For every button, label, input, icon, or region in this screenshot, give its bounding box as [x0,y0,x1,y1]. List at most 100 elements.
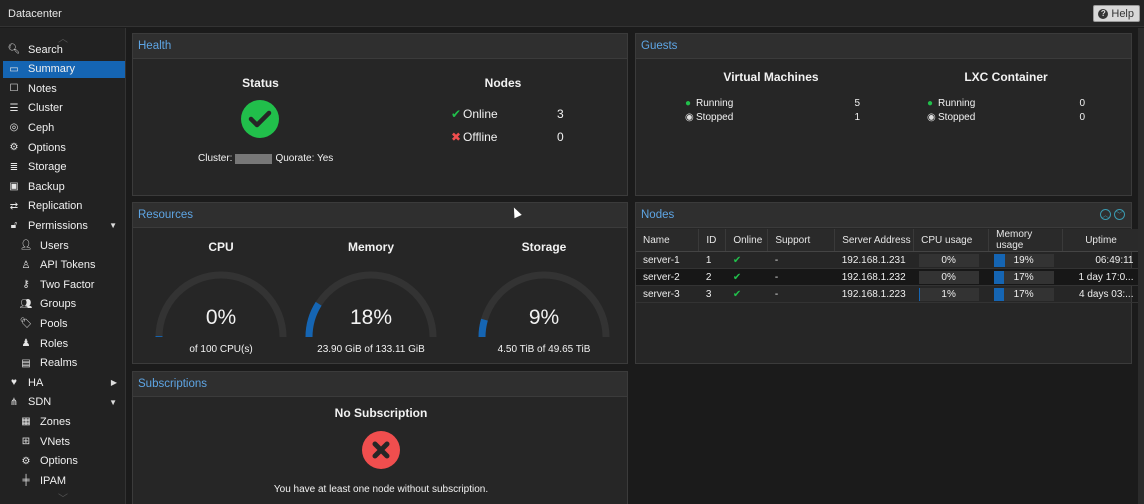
sidebar-item-label: Zones [40,415,71,428]
status-heading: Status [242,76,279,90]
column-header[interactable]: Name [636,229,700,252]
sidebar-item-two-factor[interactable]: ⚷ Two Factor [3,276,125,293]
subscription-heading: No Subscription [334,406,428,420]
nodes-panel: Nodes ︿ ﹀ Name ID Online Support Server Addr… [635,202,1140,364]
online-check-icon: ✔ [725,251,768,269]
help-button[interactable]: ? Help [1093,5,1140,22]
page-scrollbar[interactable] [1138,28,1144,504]
node-name: server-3 [636,285,699,303]
online-label: Online [463,107,498,121]
scroll-down-icon[interactable]: ﹀ [58,490,68,504]
node-id: 2 [698,268,726,286]
node-uptime: 06:49:11 [1062,251,1140,269]
sidebar-item-groups[interactable]: 👥︎ Groups [3,296,125,313]
redacted-cluster-name [235,153,273,164]
sidebar-item-search[interactable]: 🔍︎ Search [3,41,125,58]
usage-bar-label: 17% [1013,288,1034,300]
caret-down-icon[interactable]: ▼ [109,221,117,230]
user-icon: 👤︎ [19,240,33,251]
sidebar-item-options[interactable]: ⚙ Options [3,453,125,470]
table-row[interactable]: server-2 2 ✔ -192.168.1.232 0% 17% 1 day 17:0.… [636,268,1140,286]
collapse-up-icon[interactable]: ︿ [1100,209,1111,220]
health-panel: Health Status Cluster: Quorate: Yes Node… [132,33,628,196]
gear-icon: ⚙ [21,455,31,467]
sidebar-item-summary[interactable]: ▭ Summary [3,60,125,78]
sidebar-item-label: Options [28,141,66,154]
sidebar-item-label: Notes [28,82,57,95]
caret-right-icon[interactable]: ▶ [111,378,117,387]
sidebar-item-vnets[interactable]: ⊞ VNets [3,433,125,450]
heartbeat-icon: ♥ [11,377,17,389]
sidebar-item-label: Options [40,455,78,468]
question-icon: ? [1098,8,1109,19]
sidebar-item-options[interactable]: ⚙ Options [3,139,125,156]
sidebar-item-realms[interactable]: ▤ Realms [3,355,125,372]
node-address: 192.168.1.232 [834,268,914,286]
floppy-icon: ▣ [9,181,19,193]
sidebar-item-pools[interactable]: 🏷︎ Pools [3,315,125,332]
vm-stopped-count: 1 [854,111,860,123]
sidebar-item-api-tokens[interactable]: ♙ API Tokens [3,257,125,274]
node-uptime: 1 day 17:0... [1062,268,1140,286]
sidebar-item-ceph[interactable]: ◎ Ceph [3,119,125,136]
sidebar-item-sdn[interactable]: ⋔ SDN ▼ [3,394,125,411]
grid-icon: ▦ [21,416,31,428]
online-check-icon: ✔ [725,285,768,303]
cluster-info: Cluster: Quorate: Yes [198,153,333,164]
column-header[interactable]: CPU usage [913,229,990,252]
sidebar-item-label: Cluster [28,102,63,115]
online-check-icon: ✔ [725,268,768,286]
column-header[interactable]: ID [698,229,727,252]
sidebar-item-permissions[interactable]: 🔓︎ Permissions ▼ [3,217,125,234]
stop-circle-icon: ◉ [685,111,694,123]
caret-down-icon[interactable]: ▼ [109,398,117,407]
lxc-running-label: Running [938,97,976,109]
sidebar-item-label: Storage [28,161,67,174]
sidebar-item-zones[interactable]: ▦ Zones [3,413,125,430]
sidebar-item-ha[interactable]: ♥ HA ▶ [3,374,125,391]
column-header[interactable]: Server Address [834,229,915,252]
lxc-heading: LXC Container [964,70,1048,84]
sidebar-item-ipam[interactable]: ╪ IPAM [3,472,125,489]
breadcrumb-title: Datacenter [8,8,62,20]
sidebar-item-label: SDN [28,396,52,409]
column-header[interactable]: Uptime [1062,229,1140,252]
sidebar-item-storage[interactable]: ≣ Storage [3,159,125,176]
users-icon: 👥︎ [19,298,33,310]
column-header[interactable]: Support [767,229,836,252]
table-row[interactable]: server-1 1 ✔ -192.168.1.231 0% 19% 06:49:11 [636,251,1140,269]
column-header[interactable]: Online [725,229,769,252]
sidebar-item-label: VNets [40,435,70,448]
unlock-icon: 🔓︎ [10,220,18,232]
node-name: server-2 [636,268,699,286]
gear-icon: ⚙ [9,142,19,153]
sidebar-item-roles[interactable]: ♟ Roles [3,335,125,352]
offline-row: ✖ Offline 0 [451,130,564,144]
sidebar-item-label: Summary [28,63,76,76]
sidebar-item-backup[interactable]: ▣ Backup [3,178,125,195]
scroll-up-icon[interactable]: ︿ [58,30,68,45]
expand-down-icon[interactable]: ﹀ [1114,209,1125,220]
tags-icon: 🏷︎ [19,318,33,330]
usage-bar-label: 19% [1013,254,1034,266]
guests-panel: Guests Virtual Machines LXC Container ● … [635,33,1132,196]
sidebar-item-users[interactable]: 👤︎ Users [3,237,125,254]
usage-bar: 17% [993,287,1054,301]
node-support: - [767,285,835,303]
sidebar-item-notes[interactable]: ☐ Notes [3,80,125,97]
sidebar-item-cluster[interactable]: ☰ Cluster [3,100,125,117]
address-book-icon: ▤ [21,357,31,369]
sidebar-item-label: Search [28,43,63,56]
table-row[interactable]: server-3 3 ✔ -192.168.1.223 1% 17% 4 days 03:.… [636,285,1140,303]
note-icon: ☐ [9,83,19,95]
sidebar-item-label: Roles [40,337,69,350]
node-address: 192.168.1.231 [834,251,914,269]
search-icon: 🔍︎ [7,44,21,55]
sidebar-item-replication[interactable]: ⇄ Replication [3,198,125,215]
node-id: 1 [698,251,726,269]
sidebar-item-label: Permissions [28,219,88,232]
column-header[interactable]: Memory usage [988,229,1064,252]
male-icon: ♟ [21,338,31,349]
resources-panel: Resources CPU 0% of 100 CPU(s) Memory 18% 23.… [132,202,628,364]
cpu-usage: 0% [913,251,989,269]
